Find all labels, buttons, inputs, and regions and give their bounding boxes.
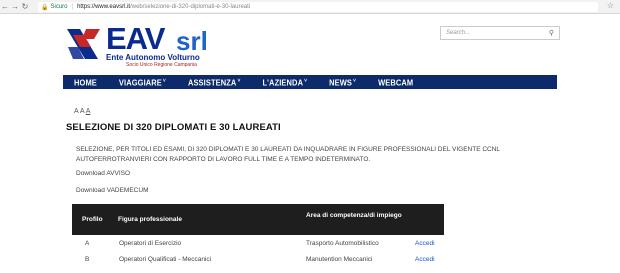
cell-area: Trasporto Automobilistico <box>306 240 379 247</box>
search-box[interactable]: Search... ⚲ <box>440 26 560 40</box>
logo-tagline: Socio Unico Regione Campania <box>126 62 197 68</box>
url-host: https://www.eavsrl.it <box>77 4 131 10</box>
nav-item-assistenza[interactable]: ASSISTENZA˅ <box>177 77 252 87</box>
font-size-small[interactable]: A A <box>74 108 84 115</box>
nav-item-azienda[interactable]: L'AZIENDA˅ <box>251 77 318 87</box>
download-avviso-link[interactable]: Download AVVISO <box>76 170 130 177</box>
logo-emblem-icon <box>67 29 100 59</box>
cell-area: Manutention Meccanici <box>306 256 373 263</box>
search-input[interactable]: Search... <box>446 30 549 36</box>
caret-down-icon: ˅ <box>304 76 308 84</box>
nav-item-home[interactable]: HOME <box>63 77 108 87</box>
site-logo[interactable]: EAV srl Ente Autonomo Volturno Socio Uni… <box>64 21 234 68</box>
nav-item-viaggiare[interactable]: VIAGGIARE˅ <box>108 77 177 87</box>
caret-down-icon: ˅ <box>237 76 241 84</box>
logo-subtitle: Ente Autonomo Volturno <box>106 53 200 62</box>
secure-label: Sicuro <box>50 4 68 10</box>
back-arrow-icon[interactable]: ← <box>0 1 10 13</box>
lock-icon: 🔒 <box>41 4 49 11</box>
browser-toolbar: ← → ↻ 🔒 Sicuro | https://www.eavsrl.it /… <box>0 0 620 14</box>
nav-item-label: NEWS <box>329 76 353 88</box>
nav-item-label: L'AZIENDA <box>262 76 304 88</box>
forward-arrow-icon[interactable]: → <box>10 1 20 13</box>
caret-down-icon: ˅ <box>353 76 357 84</box>
header-figura: Figura professionale <box>118 216 182 223</box>
nav-item-webcam[interactable]: WEBCAM <box>367 77 424 87</box>
download-vademecum-link[interactable]: Download VADEMECUM <box>76 187 148 194</box>
page-title: SELEZIONE DI 320 DIPLOMATI E 30 LAUREATI <box>66 122 281 133</box>
page-description: SELEZIONE, PER TITOLI ED ESAMI, DI 320 D… <box>76 146 500 163</box>
nav-item-label: VIAGGIARE <box>118 76 162 88</box>
nav-item-label: HOME <box>74 76 97 88</box>
caret-down-icon: ˅ <box>162 76 166 84</box>
reload-icon[interactable]: ↻ <box>20 1 30 13</box>
address-bar[interactable]: 🔒 Sicuro | https://www.eavsrl.it /web/se… <box>38 2 598 12</box>
bookmark-star-icon[interactable]: ☆ <box>607 1 614 10</box>
font-size-large[interactable]: A <box>86 108 91 115</box>
cell-figura: Operatori di Esercizio <box>119 240 182 247</box>
cell-figura: Operatori Qualificati - Meccanici <box>119 256 212 263</box>
cell-profilo: B <box>85 256 90 263</box>
header-area: Area di competenza/di impiego <box>306 212 402 219</box>
main-navigation: HOME VIAGGIARE˅ ASSISTENZA˅ L'AZIENDA˅ N… <box>63 75 557 89</box>
nav-item-label: ASSISTENZA <box>187 76 237 88</box>
address-separator: | <box>71 4 74 10</box>
table-header: Profilo Figura professionale Area di com… <box>72 204 444 235</box>
table-row: B Operatori Qualificati - Meccanici Manu… <box>72 251 444 267</box>
table-row: A Operatori di Esercizio Trasporto Autom… <box>72 235 444 251</box>
cell-profilo: A <box>85 240 90 247</box>
url-path: /web/selezione-di-320-diplomati-e-30-lau… <box>130 4 251 10</box>
font-size-controls[interactable]: A A A <box>74 108 90 115</box>
logo-main-text: EAV <box>106 21 165 56</box>
nav-item-label: WEBCAM <box>378 76 414 88</box>
accedi-link[interactable]: Accedi <box>415 256 435 263</box>
header-profilo: Profilo <box>82 216 103 223</box>
positions-table: Profilo Figura professionale Area di com… <box>72 204 444 267</box>
logo-suffix-text: srl <box>176 26 208 56</box>
accedi-link[interactable]: Accedi <box>415 240 435 247</box>
nav-item-news[interactable]: NEWS˅ <box>318 77 367 87</box>
search-icon[interactable]: ⚲ <box>549 29 554 37</box>
